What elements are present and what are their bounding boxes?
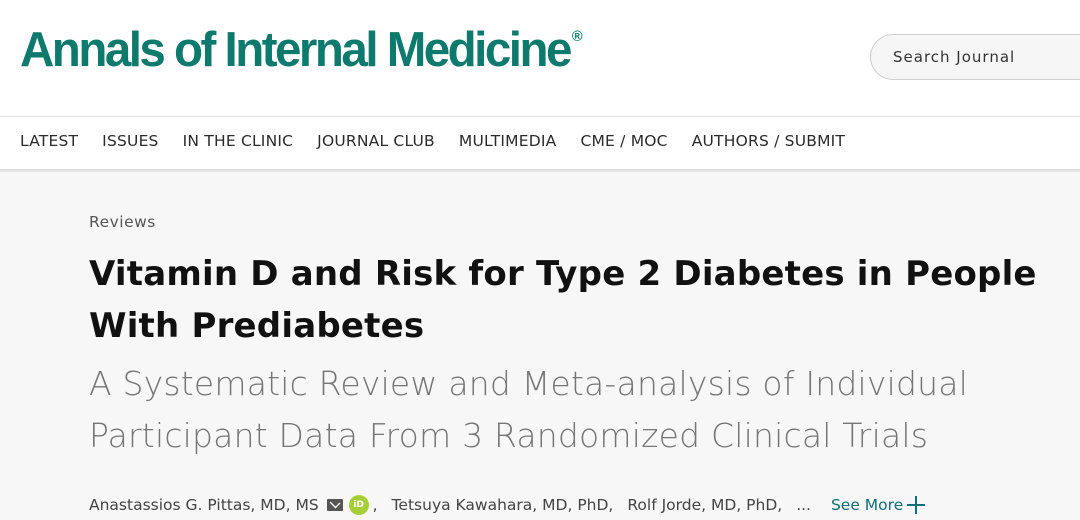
logo-text: Annals of Internal Medicine [20, 23, 572, 77]
journal-logo[interactable]: Annals of Internal Medicine ® [20, 22, 583, 78]
article-category[interactable]: Reviews [89, 213, 156, 231]
authors-ellipsis: ... [796, 496, 811, 514]
nav-item-journal-club[interactable]: JOURNAL CLUB [317, 132, 435, 150]
see-more-button[interactable]: See More [830, 496, 926, 514]
author-link[interactable]: Tetsuya Kawahara, MD, PhD, [392, 496, 614, 514]
nav-item-latest[interactable]: LATEST [20, 132, 78, 150]
nav-item-issues[interactable]: ISSUES [102, 132, 158, 150]
author-link[interactable]: Anastassios G. Pittas, MD, MS [89, 496, 319, 514]
nav-item-cme-moc[interactable]: CME / MOC [580, 132, 667, 150]
article-title: Vitamin D and Risk for Type 2 Diabetes i… [89, 254, 1037, 346]
author-list: Anastassios G. Pittas, MD, MS iD , Tetsu… [89, 495, 926, 515]
article-subtitle: A Systematic Review and Meta-analysis of… [89, 364, 969, 455]
nav-item-in-the-clinic[interactable]: IN THE CLINIC [183, 132, 294, 150]
author-separator: , [372, 496, 378, 514]
search-box[interactable] [870, 34, 1080, 80]
mail-icon[interactable] [326, 499, 343, 511]
article-header: Reviews Vitamin D and Risk for Type 2 Di… [0, 172, 1080, 520]
author-link[interactable]: Rolf Jorde, MD, PhD, [627, 496, 782, 514]
nav-item-authors-submit[interactable]: AUTHORS / SUBMIT [692, 132, 845, 150]
main-nav: LATEST ISSUES IN THE CLINIC JOURNAL CLUB… [0, 117, 1080, 169]
search-input[interactable] [871, 35, 1071, 79]
orcid-icon[interactable]: iD [348, 495, 369, 515]
see-more-label: See More [830, 496, 904, 514]
site-header: Annals of Internal Medicine ® [0, 0, 1080, 118]
registered-mark: ® [571, 28, 583, 45]
nav-item-multimedia[interactable]: MULTIMEDIA [459, 132, 557, 150]
plus-icon [907, 496, 926, 514]
